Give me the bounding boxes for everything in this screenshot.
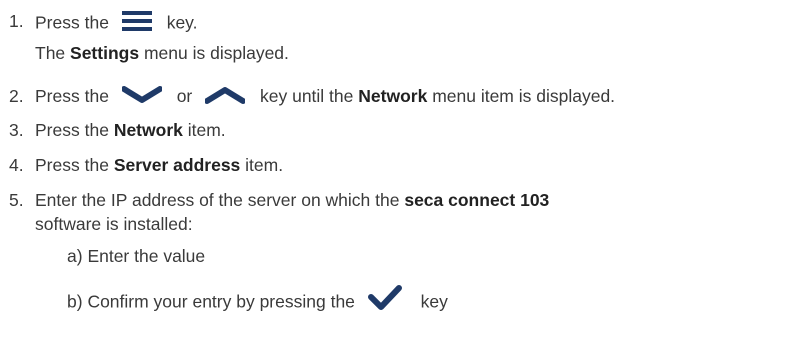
step-text: Press the key. (35, 10, 197, 35)
step-number: 2. (9, 86, 24, 106)
substep-text: b) Confirm your entry by pressing the ke… (67, 285, 448, 316)
step-number: 1. (9, 11, 24, 31)
step-number: 4. (9, 155, 24, 175)
step-text: Press the or key until the Network menu … (35, 86, 616, 106)
step-result: The Settings menu is displayed. (35, 43, 289, 63)
step-text: Press the Network item. (35, 120, 226, 140)
chevron-down-icon (121, 86, 162, 104)
substep-text: a) Enter the value (67, 246, 206, 266)
step-text-continued: software is installed: (35, 214, 193, 234)
menu-icon (121, 10, 152, 32)
step-number: 5. (9, 190, 24, 210)
step-text: Press the Server address item. (35, 155, 284, 175)
checkmark-icon (367, 285, 402, 311)
step-number: 3. (9, 120, 24, 140)
chevron-up-icon (205, 86, 246, 105)
step-text: Enter the IP address of the server on wh… (35, 190, 550, 210)
